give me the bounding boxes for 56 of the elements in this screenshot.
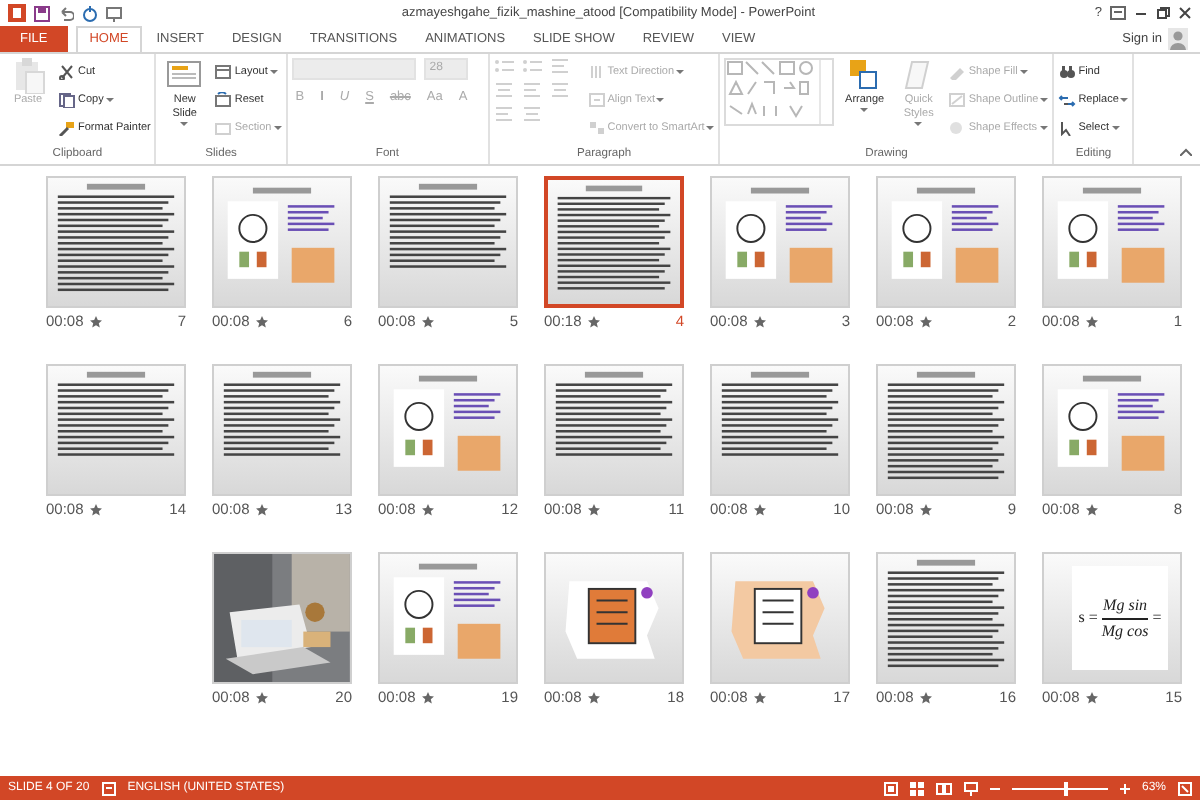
reading-view-icon[interactable]	[935, 781, 952, 795]
formula-text: s =	[1078, 606, 1098, 630]
formula-text: Mg sin	[1103, 593, 1148, 617]
star-icon	[1085, 504, 1098, 516]
star-icon	[587, 504, 600, 516]
copy-icon	[58, 92, 76, 108]
arrange-icon	[846, 58, 883, 94]
undo-icon[interactable]	[58, 5, 74, 21]
text-direction-icon	[587, 64, 606, 80]
star-icon	[255, 316, 268, 328]
star-icon	[753, 316, 766, 328]
zoom-out-icon[interactable]	[989, 783, 1000, 793]
binoculars-icon	[1058, 64, 1077, 80]
star-icon	[919, 504, 932, 516]
star-icon	[1085, 316, 1098, 328]
collapse-ribbon-icon[interactable]	[1180, 148, 1192, 156]
star-icon	[587, 692, 600, 704]
align-text-icon	[587, 92, 606, 108]
presentation-icon[interactable]	[106, 5, 122, 21]
slide-thumbnail[interactable]	[544, 176, 684, 308]
close-icon[interactable]	[1178, 6, 1192, 20]
fit-to-window-icon[interactable]	[1178, 781, 1192, 795]
star-icon	[919, 316, 932, 328]
cursor-icon	[1058, 120, 1077, 136]
reset-icon	[214, 92, 233, 108]
star-icon	[255, 692, 268, 704]
section-icon	[214, 120, 233, 136]
layout-icon	[214, 64, 233, 80]
slide-show-icon[interactable]	[963, 781, 978, 795]
zoom-in-icon[interactable]	[1119, 783, 1130, 793]
star-icon	[753, 692, 766, 704]
star-icon	[919, 692, 932, 704]
shape-effects-icon	[948, 120, 967, 136]
smartart-icon	[587, 120, 606, 136]
notes-icon[interactable]	[101, 781, 116, 795]
normal-view-icon[interactable]	[883, 781, 898, 795]
formula-text: Mg cos	[1101, 619, 1149, 643]
ribbon-options-icon[interactable]	[1110, 6, 1126, 20]
star-icon	[753, 504, 766, 516]
save-icon[interactable]	[34, 5, 50, 21]
star-icon	[255, 504, 268, 516]
star-icon	[421, 692, 434, 704]
star-icon	[1085, 692, 1098, 704]
formula-text: =	[1152, 606, 1162, 630]
star-icon	[421, 316, 434, 328]
scissors-icon	[58, 64, 76, 80]
star-icon	[421, 504, 434, 516]
powerpoint-logo-icon[interactable]	[8, 4, 26, 22]
slide-sorter-icon[interactable]	[909, 781, 924, 795]
star-icon	[587, 316, 600, 328]
star-icon	[89, 504, 102, 516]
paste-icon	[10, 58, 46, 94]
replace-icon	[1058, 92, 1077, 108]
star-icon	[89, 316, 102, 328]
paintbrush-icon	[58, 120, 76, 136]
restore-icon[interactable]	[1156, 6, 1170, 20]
